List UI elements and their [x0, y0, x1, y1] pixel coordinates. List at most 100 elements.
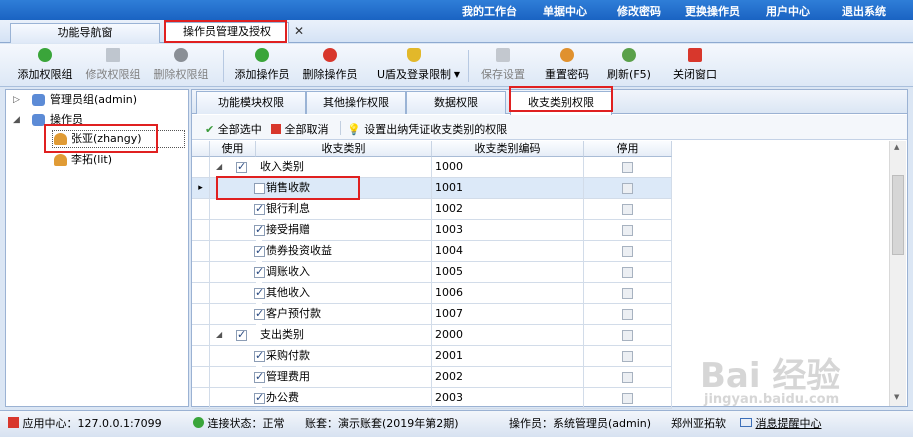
collapse-icon[interactable]: ◢ [216, 330, 222, 339]
category-name-cell[interactable]: 客户预付款 [262, 304, 432, 325]
category-name-cell[interactable]: 银行利息 [262, 199, 432, 220]
close-tab-icon[interactable]: ✕ [293, 24, 305, 38]
category-code-cell[interactable]: 1007 [432, 304, 584, 325]
scroll-down-icon[interactable]: ▼ [894, 393, 899, 401]
disabled-checkbox[interactable] [622, 183, 633, 194]
tab-data-permission[interactable]: 数据权限 [406, 91, 506, 114]
category-name-cell[interactable]: 其他收入 [262, 283, 432, 304]
add-group-button[interactable]: 添加权限组 [12, 48, 78, 84]
tree-node-admin-group[interactable]: 管理员组(admin) [50, 92, 137, 108]
disabled-checkbox[interactable] [622, 372, 633, 383]
category-code-cell[interactable]: 2000 [432, 325, 584, 346]
category-name-cell[interactable]: 办公费 [262, 388, 432, 409]
menu-document-center[interactable]: 单据中心 [543, 3, 587, 19]
tab-module-permission[interactable]: 功能模块权限 [196, 91, 306, 114]
reset-password-button[interactable]: 重置密码 [540, 48, 594, 84]
select-all-button[interactable]: ✔ 全部选中 [205, 121, 262, 137]
disabled-checkbox[interactable] [622, 288, 633, 299]
bulb-icon: 💡 [347, 123, 361, 136]
use-checkbox[interactable] [236, 160, 247, 173]
grid-header-code[interactable]: 收支类别编码 [432, 141, 584, 157]
grid-header-use[interactable]: 使用 [210, 141, 256, 157]
disabled-checkbox[interactable] [622, 204, 633, 215]
table-row[interactable]: 银行利息1002 [192, 199, 672, 220]
row-indicator [192, 199, 210, 220]
disabled-checkbox[interactable] [622, 309, 633, 320]
disabled-checkbox[interactable] [622, 351, 633, 362]
group-icon [32, 94, 45, 106]
table-row[interactable]: ◢ 收入类别1000 [192, 157, 672, 178]
tree-node-user-lit[interactable]: 李拓(lit) [71, 152, 112, 168]
category-name-cell[interactable]: 债券投资收益 [262, 241, 432, 262]
category-code-cell[interactable]: 1002 [432, 199, 584, 220]
category-code-cell[interactable]: 2002 [432, 367, 584, 388]
scroll-thumb[interactable] [892, 175, 904, 255]
close-icon [688, 48, 702, 62]
refresh-button[interactable]: 刷新(F5) [602, 48, 656, 84]
add-operator-button[interactable]: 添加操作员 [230, 48, 294, 84]
grid-header-disabled[interactable]: 停用 [584, 141, 672, 157]
category-code-cell[interactable]: 1006 [432, 283, 584, 304]
menu-user-center[interactable]: 用户中心 [766, 3, 810, 19]
use-checkbox[interactable] [236, 328, 247, 341]
collapse-icon[interactable]: ◢ [13, 115, 20, 125]
disabled-checkbox[interactable] [622, 393, 633, 404]
table-row[interactable]: 其他收入1006 [192, 283, 672, 304]
table-row[interactable]: 债券投资收益1004 [192, 241, 672, 262]
message-center-link[interactable]: 消息提醒中心 [740, 415, 822, 431]
disabled-cell [584, 262, 672, 283]
watermark-url: jingyan.baidu.com [704, 392, 840, 407]
table-row[interactable]: 客户预付款1007 [192, 304, 672, 325]
category-code-cell[interactable]: 1001 [432, 178, 584, 199]
category-code-cell[interactable]: 1000 [432, 157, 584, 178]
table-row[interactable]: 办公费2003 [192, 388, 672, 409]
use-cell [210, 220, 256, 241]
category-name-cell[interactable]: 管理费用 [262, 367, 432, 388]
category-name-cell[interactable]: 采购付款 [262, 346, 432, 367]
tab-other-operation-permission[interactable]: 其他操作权限 [306, 91, 406, 114]
disabled-cell [584, 346, 672, 367]
app-center-icon [8, 417, 19, 428]
table-row[interactable]: ◢ 支出类别2000 [192, 325, 672, 346]
row-indicator [192, 241, 210, 262]
disabled-checkbox[interactable] [622, 246, 633, 257]
category-name-cell[interactable]: 收入类别 [256, 157, 432, 178]
voucher-category-permission-button[interactable]: 💡 设置出纳凭证收支类别的权限 [347, 121, 507, 137]
vertical-scrollbar[interactable]: ▲ ▼ [889, 141, 906, 406]
table-row[interactable]: 采购付款2001 [192, 346, 672, 367]
category-name-cell[interactable]: 接受捐赠 [262, 220, 432, 241]
expand-icon[interactable]: ▷ [13, 95, 20, 105]
table-row[interactable]: 管理费用2002 [192, 367, 672, 388]
category-name-cell[interactable]: 调账收入 [262, 262, 432, 283]
category-code-cell[interactable]: 2001 [432, 346, 584, 367]
collapse-icon[interactable]: ◢ [216, 162, 222, 171]
table-row[interactable]: 接受捐赠1003 [192, 220, 672, 241]
disabled-checkbox[interactable] [622, 267, 633, 278]
category-code-cell[interactable]: 2003 [432, 388, 584, 409]
close-window-button[interactable]: 关闭窗口 [668, 48, 722, 84]
add-icon [255, 48, 269, 62]
disabled-checkbox[interactable] [622, 162, 633, 173]
edit-group-button[interactable]: 修改权限组 [80, 48, 146, 84]
category-code-cell[interactable]: 1004 [432, 241, 584, 262]
menu-change-password[interactable]: 修改密码 [617, 3, 661, 19]
grid-header-category[interactable]: 收支类别 [256, 141, 432, 157]
tab-navigation[interactable]: 功能导航窗 [10, 23, 160, 43]
category-code-cell[interactable]: 1005 [432, 262, 584, 283]
deselect-all-button[interactable]: 全部取消 [271, 121, 329, 137]
save-icon [496, 48, 510, 62]
disabled-checkbox[interactable] [622, 330, 633, 341]
menu-change-operator[interactable]: 更换操作员 [685, 3, 740, 19]
save-settings-button[interactable]: 保存设置 [476, 48, 530, 84]
menu-exit-system[interactable]: 退出系统 [842, 3, 886, 19]
disabled-checkbox[interactable] [622, 225, 633, 236]
delete-operator-button[interactable]: 删除操作员 [298, 48, 362, 84]
usb-key-login-limit-button[interactable]: U盾及登录限制 ▼ [372, 48, 460, 84]
scroll-up-icon[interactable]: ▲ [894, 143, 899, 151]
disabled-cell [584, 220, 672, 241]
category-name-cell[interactable]: 支出类别 [256, 325, 432, 346]
delete-group-button[interactable]: 删除权限组 [148, 48, 214, 84]
table-row[interactable]: 调账收入1005 [192, 262, 672, 283]
category-code-cell[interactable]: 1003 [432, 220, 584, 241]
menu-my-workbench[interactable]: 我的工作台 [462, 3, 517, 19]
